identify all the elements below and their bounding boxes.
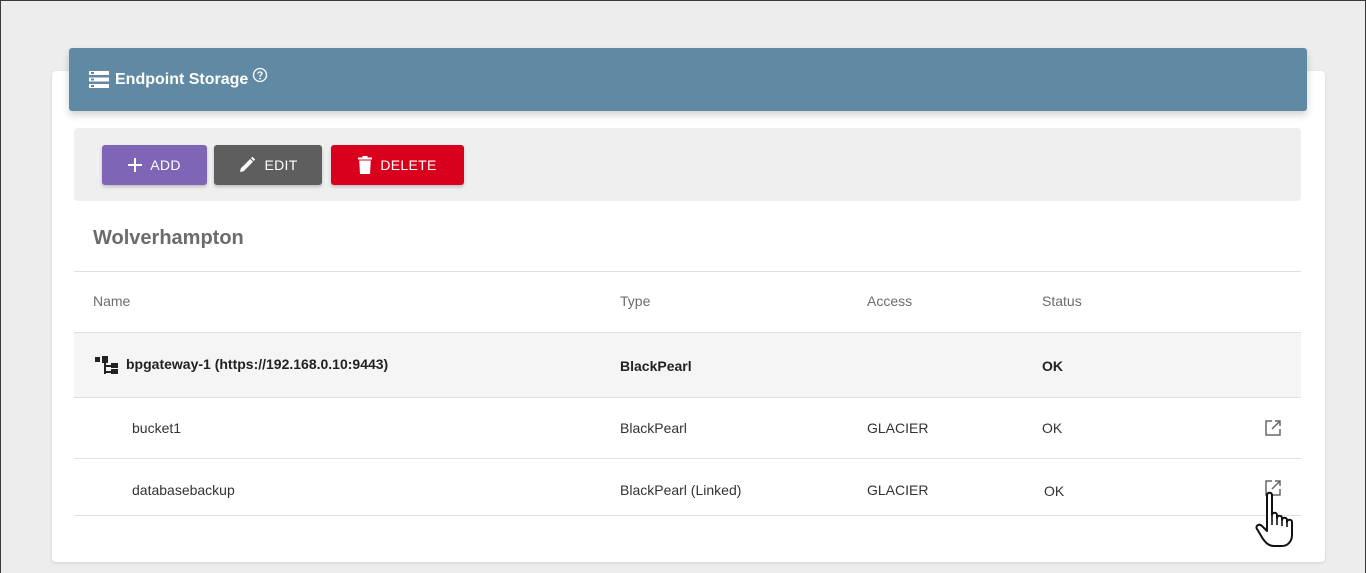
row-access: GLACIER xyxy=(867,420,929,436)
divider xyxy=(74,271,1301,272)
hand-pointer-cursor-icon xyxy=(1255,491,1293,547)
section-title: Wolverhampton xyxy=(93,227,244,249)
edit-button-label: EDIT xyxy=(264,157,298,173)
row-type: BlackPearl xyxy=(620,420,687,436)
row-type: BlackPearl (Linked) xyxy=(620,482,742,498)
help-circle-icon[interactable] xyxy=(252,67,268,83)
row-type: BlackPearl xyxy=(620,358,692,374)
row-name: databasebackup xyxy=(132,482,235,498)
divider xyxy=(74,515,1301,516)
trash-icon xyxy=(358,156,373,174)
column-header-name[interactable]: Name xyxy=(93,293,130,309)
pencil-icon xyxy=(240,156,256,172)
column-header-access[interactable]: Access xyxy=(867,293,912,309)
row-name: bpgateway-1 (https://192.168.0.10:9443) xyxy=(126,356,389,372)
row-name: bucket1 xyxy=(132,420,182,436)
row-status: OK xyxy=(1042,358,1063,374)
storage-list-icon xyxy=(89,71,109,88)
card-header: Endpoint Storage xyxy=(69,48,1307,111)
divider xyxy=(74,397,1301,398)
column-header-type[interactable]: Type xyxy=(620,293,650,309)
plus-icon xyxy=(128,158,143,172)
gateway-tree-icon xyxy=(95,356,118,374)
row-status: OK xyxy=(1042,420,1063,436)
app-frame: Endpoint Storage ADD EDIT DELETE Wolverh… xyxy=(0,0,1366,573)
page-title: Endpoint Storage xyxy=(115,70,249,88)
add-button-label: ADD xyxy=(150,157,181,173)
divider xyxy=(74,458,1301,459)
open-external-icon[interactable] xyxy=(1264,419,1282,437)
delete-button[interactable]: DELETE xyxy=(331,145,464,185)
delete-button-label: DELETE xyxy=(380,157,437,173)
add-button[interactable]: ADD xyxy=(102,145,207,185)
column-header-status[interactable]: Status xyxy=(1042,293,1082,309)
edit-button[interactable]: EDIT xyxy=(214,145,322,185)
toolbar: ADD EDIT DELETE xyxy=(74,128,1301,201)
row-status: OK xyxy=(1044,483,1065,499)
row-access: GLACIER xyxy=(867,482,929,498)
